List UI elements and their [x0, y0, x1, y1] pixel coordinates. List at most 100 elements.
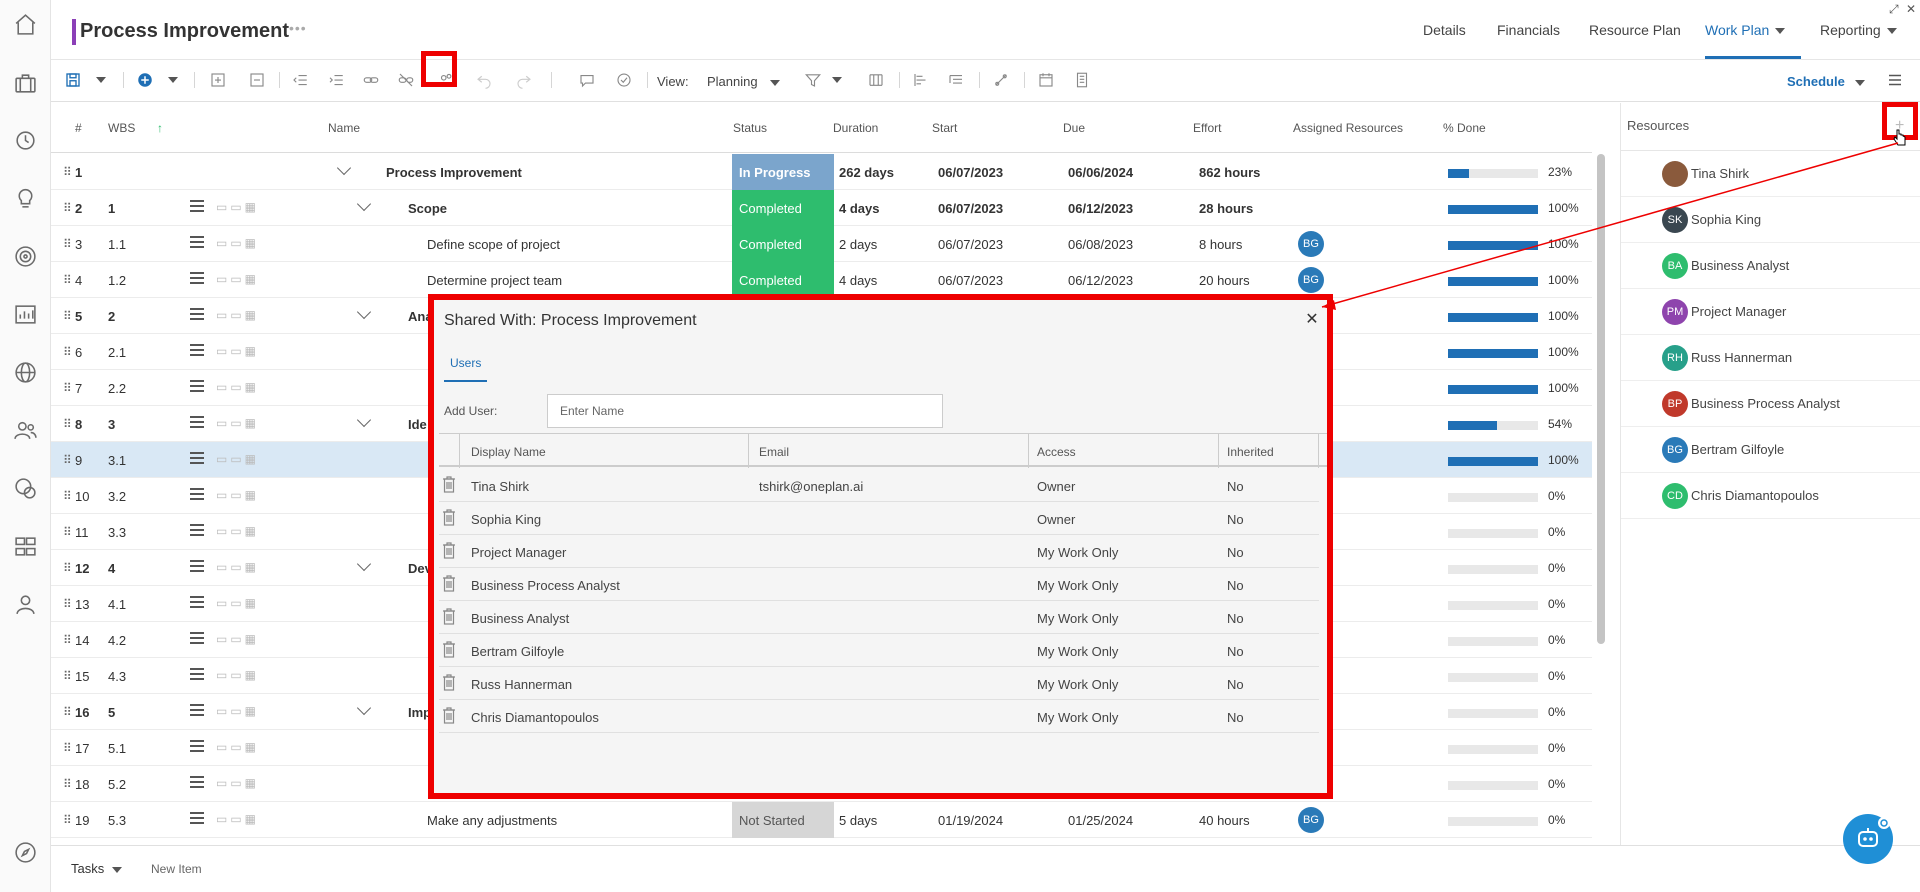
timer-icon[interactable] [13, 128, 38, 153]
popout-icon[interactable]: ⤢ [1889, 2, 1899, 17]
gantt-icon[interactable] [911, 70, 931, 90]
row-indicator-icons[interactable]: ▭▭▦ [216, 740, 271, 756]
user-icon[interactable] [13, 592, 38, 617]
table-row[interactable]: Business Process Analyst My Work Only No [439, 568, 1319, 601]
delete-icon[interactable] [442, 608, 456, 625]
row-effort[interactable]: 40 hours [1199, 813, 1250, 828]
filter-options-chevron-icon[interactable] [827, 70, 847, 90]
sort-ascending-icon[interactable]: ↑ [157, 121, 163, 135]
delete-icon[interactable] [442, 542, 456, 559]
calendar-icon[interactable] [1036, 70, 1056, 90]
drag-handle-icon[interactable]: ⠿ [63, 273, 72, 287]
row-effort[interactable]: 28 hours [1199, 201, 1253, 216]
view-select[interactable]: Planning [707, 74, 780, 89]
drag-handle-icon[interactable]: ⠿ [63, 777, 72, 791]
status-badge[interactable]: Completed [732, 226, 834, 262]
save-icon[interactable] [63, 70, 83, 90]
row-duration[interactable]: 2 days [839, 237, 877, 252]
resource-item[interactable]: Tina Shirk [1621, 151, 1920, 197]
row-menu-icon[interactable] [190, 272, 204, 286]
row-duration[interactable]: 4 days [839, 201, 879, 216]
col-header-display-name[interactable]: Display Name [471, 445, 546, 459]
table-row[interactable]: ⠿ 4 1.2 ▭▭▦ Determine project team Completed 4… [51, 262, 1592, 298]
row-menu-icon[interactable] [190, 380, 204, 394]
schedule-dropdown[interactable]: Schedule [1787, 74, 1865, 89]
status-badge[interactable]: In Progress [732, 154, 834, 190]
status-badge[interactable]: Completed [732, 190, 834, 226]
col-header-name[interactable]: Name [328, 121, 360, 135]
row-menu-icon[interactable] [190, 452, 204, 466]
lightbulb-icon[interactable] [13, 186, 38, 211]
redo-icon[interactable] [514, 70, 534, 90]
avatar[interactable]: BG [1298, 807, 1324, 833]
row-access[interactable]: My Work Only [1037, 677, 1118, 692]
tab-users[interactable]: Users [444, 352, 488, 382]
row-indicator-icons[interactable]: ▭▭▦ [216, 560, 271, 576]
row-menu-icon[interactable] [190, 740, 204, 754]
table-row[interactable]: Project Manager My Work Only No [439, 535, 1319, 568]
row-menu-icon[interactable] [190, 776, 204, 790]
drag-handle-icon[interactable]: ⠿ [63, 165, 72, 179]
row-indicator-icons[interactable]: ▭▭▦ [216, 596, 271, 612]
dashboard-icon[interactable] [13, 302, 38, 327]
chatbot-button[interactable] [1843, 814, 1893, 864]
table-row[interactable]: Tina Shirk tshirk@oneplan.ai Owner No [439, 469, 1319, 502]
row-indicator-icons[interactable]: ▭▭▦ [216, 236, 271, 252]
row-start[interactable]: 01/19/2024 [938, 813, 1003, 828]
home-icon[interactable] [13, 12, 38, 37]
delete-icon[interactable] [442, 707, 456, 724]
row-menu-icon[interactable] [190, 308, 204, 322]
people-icon[interactable] [13, 418, 38, 443]
resource-item[interactable]: SK Sophia King [1621, 197, 1920, 243]
row-indicator-icons[interactable]: ▭▭▦ [216, 812, 271, 828]
outline-icon[interactable] [946, 70, 966, 90]
save-options-chevron-icon[interactable] [91, 70, 111, 90]
resource-item[interactable]: PM Project Manager [1621, 289, 1920, 335]
unlink-icon[interactable] [396, 70, 416, 90]
connector-icon[interactable] [991, 70, 1011, 90]
nav-work-plan[interactable]: Work Plan [1705, 22, 1786, 38]
collapse-icon[interactable] [247, 70, 267, 90]
drag-handle-icon[interactable]: ⠿ [63, 525, 72, 539]
table-row[interactable]: Sophia King Owner No [439, 502, 1319, 535]
table-row[interactable]: ⠿ 2 1 ▭▭▦ Scope Completed 4 days 06/07/2023 06/1… [51, 190, 1592, 226]
col-header-access[interactable]: Access [1037, 445, 1076, 459]
drag-handle-icon[interactable]: ⠿ [63, 633, 72, 647]
row-duration[interactable]: 4 days [839, 273, 877, 288]
resource-item[interactable]: BP Business Process Analyst [1621, 381, 1920, 427]
row-menu-icon[interactable] [190, 704, 204, 718]
drag-handle-icon[interactable]: ⠿ [63, 741, 72, 755]
col-header-effort[interactable]: Effort [1193, 121, 1221, 135]
tasks-dropdown[interactable]: Tasks [71, 861, 123, 876]
row-due[interactable]: 06/12/2023 [1068, 273, 1133, 288]
filter-icon[interactable] [803, 70, 823, 90]
delete-icon[interactable] [442, 641, 456, 658]
row-menu-icon[interactable] [190, 596, 204, 610]
row-access[interactable]: My Work Only [1037, 611, 1118, 626]
add-user-input[interactable] [547, 394, 943, 428]
row-indicator-icons[interactable]: ▭▭▦ [216, 704, 271, 720]
chevron-down-icon[interactable] [336, 160, 352, 176]
delete-icon[interactable] [442, 509, 456, 526]
delete-icon[interactable] [442, 575, 456, 592]
table-row[interactable]: Russ Hannerman My Work Only No [439, 667, 1319, 700]
drag-handle-icon[interactable]: ⠿ [63, 453, 72, 467]
row-menu-icon[interactable] [190, 344, 204, 358]
row-access[interactable]: My Work Only [1037, 578, 1118, 593]
compass-icon[interactable] [13, 840, 38, 865]
drag-handle-icon[interactable]: ⠿ [63, 705, 72, 719]
grid-vertical-scrollbar[interactable] [1597, 154, 1605, 644]
row-menu-icon[interactable] [190, 236, 204, 250]
row-start[interactable]: 06/07/2023 [938, 273, 1003, 288]
row-indicator-icons[interactable]: ▭▭▦ [216, 452, 271, 468]
table-row[interactable]: ⠿ 1 Process Improvement In Progress 262 days… [51, 154, 1592, 190]
resource-item[interactable]: BA Business Analyst [1621, 243, 1920, 289]
nav-financials[interactable]: Financials [1497, 22, 1560, 38]
row-name[interactable]: Scope [408, 201, 447, 216]
drag-handle-icon[interactable]: ⠿ [63, 345, 72, 359]
chevron-down-icon[interactable] [356, 556, 372, 572]
table-row[interactable]: ⠿ 3 1.1 ▭▭▦ Define scope of project Completed… [51, 226, 1592, 262]
row-effort[interactable]: 20 hours [1199, 273, 1250, 288]
add-circle-icon[interactable] [135, 70, 155, 90]
drag-handle-icon[interactable]: ⠿ [63, 237, 72, 251]
